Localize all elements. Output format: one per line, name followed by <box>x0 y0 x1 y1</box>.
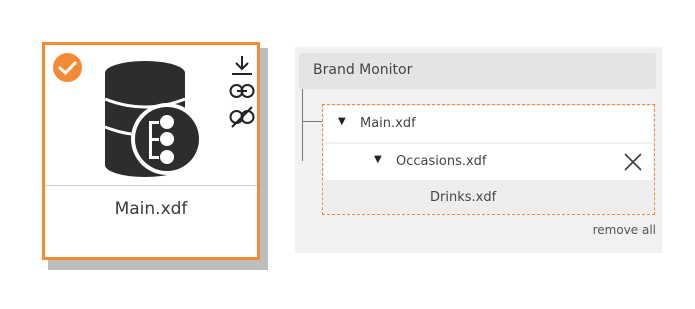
card-title: Main.xdf <box>114 199 188 219</box>
model-panel: Brand Monitor ▼ Main.xdf ▼ Occasions.xdf… <box>295 47 662 253</box>
tree-row[interactable]: Drinks.xdf <box>324 180 653 213</box>
tree-connector <box>302 89 303 161</box>
card-divider <box>45 185 257 186</box>
unlink-icon[interactable] <box>229 105 255 129</box>
tree-item-label: Occasions.xdf <box>396 154 487 169</box>
close-icon[interactable] <box>622 151 644 177</box>
panel-header: Brand Monitor <box>299 53 656 89</box>
file-card[interactable]: Main.xdf <box>42 42 260 260</box>
tree-connector <box>302 121 322 122</box>
caret-down-icon[interactable]: ▼ <box>338 116 346 127</box>
tree-row[interactable]: ▼ Occasions.xdf <box>324 144 653 180</box>
check-icon[interactable] <box>53 53 82 82</box>
tree-container: ▼ Main.xdf ▼ Occasions.xdf Drinks.xdf <box>322 104 655 215</box>
remove-all-link[interactable]: remove all <box>593 223 656 237</box>
tree-item-label: Drinks.xdf <box>430 190 497 205</box>
tree-item-label: Main.xdf <box>360 116 416 131</box>
database-model-icon <box>101 59 207 187</box>
panel-title: Brand Monitor <box>313 62 413 78</box>
link-icon[interactable] <box>229 81 255 101</box>
tree-row[interactable]: ▼ Main.xdf <box>324 106 653 142</box>
download-icon[interactable] <box>229 55 255 77</box>
caret-down-icon[interactable]: ▼ <box>374 154 382 165</box>
